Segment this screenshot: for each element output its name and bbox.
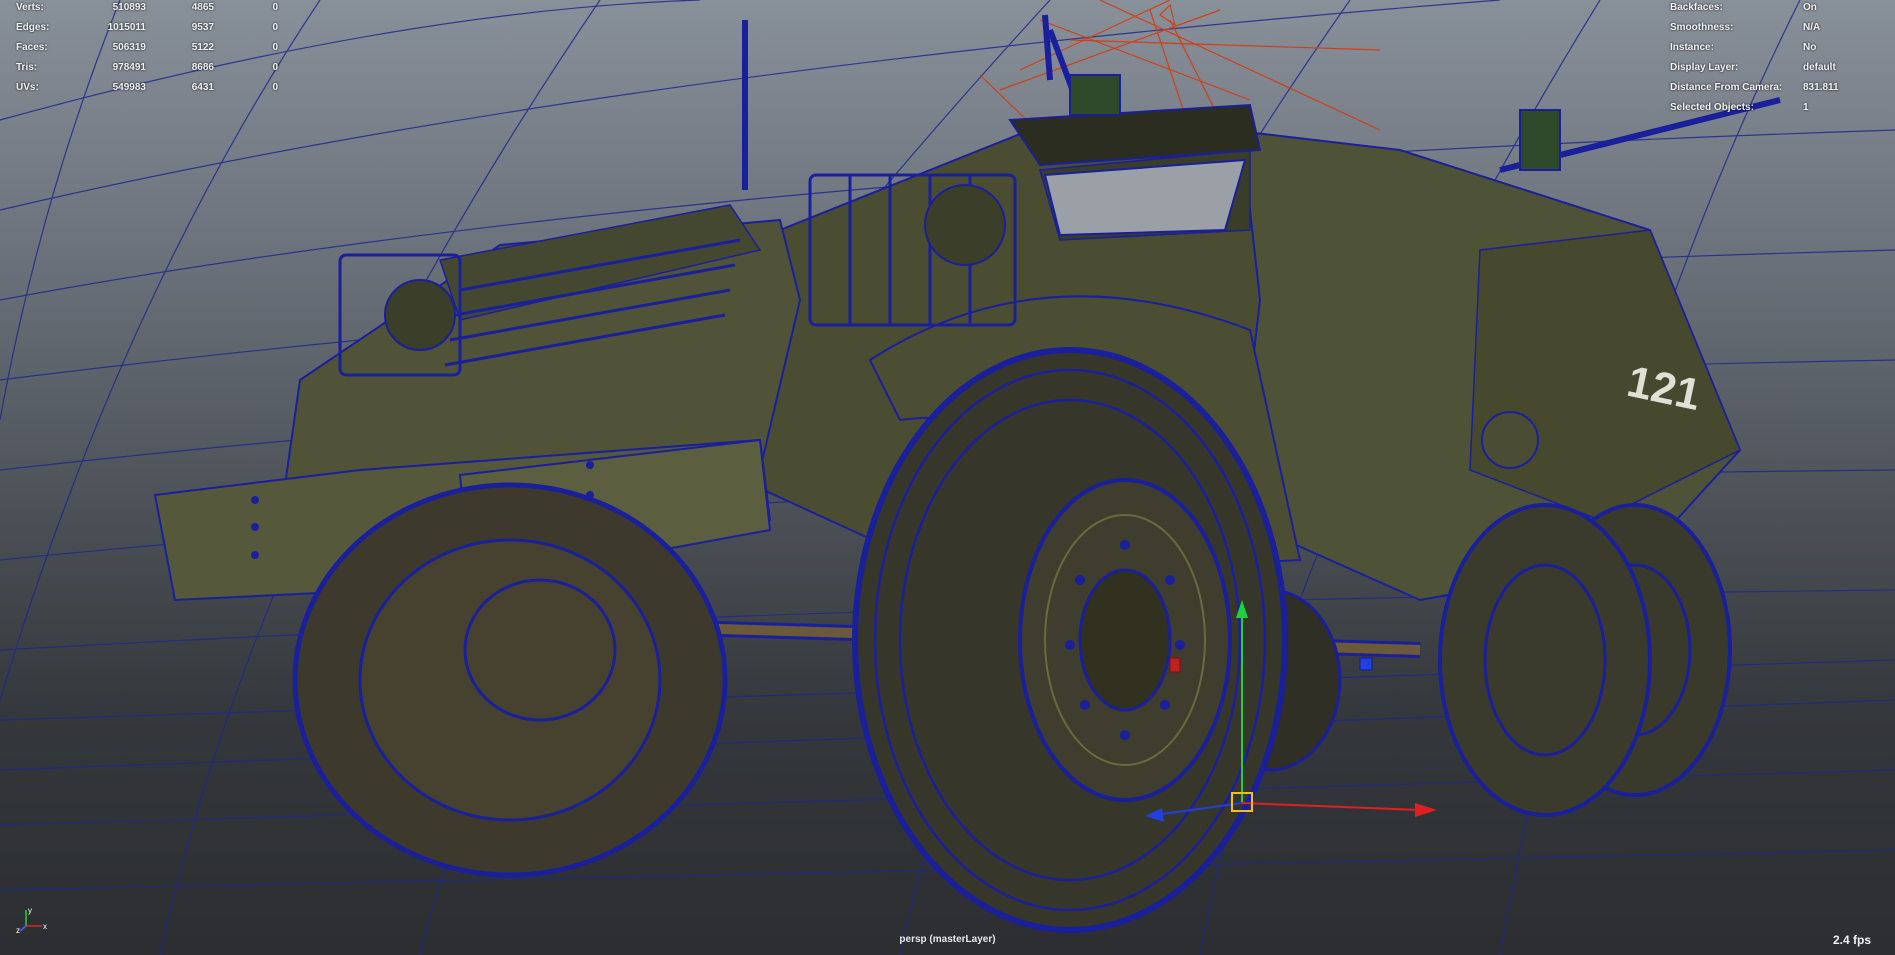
x-plane-handle (1169, 657, 1181, 673)
hud-stat-value: 5122 (191, 42, 214, 53)
hud-stat-value: 4865 (191, 2, 214, 13)
hud-stat-value: 0 (272, 22, 278, 33)
hud-stat-label: UVs: (16, 82, 39, 93)
hud-info-row: Selected Objects: 1 (1670, 98, 1839, 118)
hud-stat-row: Tris: 978491 8686 0 (16, 58, 278, 78)
hud-stat-value: 0 (272, 82, 278, 93)
hud-stat-label: Verts: (16, 2, 44, 13)
hud-info-value: 1 (1803, 102, 1809, 113)
hud-stat-label: Tris: (16, 62, 38, 73)
hud-stat-label: Edges: (16, 22, 50, 33)
hud-info-value: No (1803, 42, 1817, 53)
hud-stat-value: 506319 (112, 42, 146, 53)
hud-info-row: Smoothness: N/A (1670, 18, 1839, 38)
hud-stat-row: Edges: 1015011 9537 0 (16, 18, 278, 38)
hud-stat-row: UVs: 549983 6431 0 (16, 78, 278, 98)
hud-stat-value: 510893 (112, 2, 146, 13)
hud-stat-value: 0 (272, 2, 278, 13)
hud-info-label: Distance From Camera: (1670, 82, 1783, 93)
z-plane-handle (1359, 657, 1373, 671)
hud-stat-value: 1015011 (107, 22, 146, 33)
front-left-wheel (292, 482, 728, 878)
hud-info-label: Instance: (1670, 42, 1714, 53)
poly-count-hud: Verts: 510893 4865 0 Edges: 1015011 9537 0 Faces… (16, 0, 278, 98)
hud-info-value: default (1803, 62, 1836, 73)
hud-info-row: Display Layer: default (1670, 58, 1839, 78)
hud-stat-value: 0 (272, 42, 278, 53)
hud-info-label: Selected Objects: (1670, 102, 1754, 113)
hud-stat-row: Verts: 510893 4865 0 (16, 0, 278, 18)
hud-info-value: N/A (1803, 22, 1821, 33)
view-axis-icon: y x z (16, 906, 47, 934)
hud-info-value: 831.811 (1803, 82, 1839, 93)
front-right-wheel (852, 347, 1288, 933)
axis-y-label: y (28, 906, 32, 915)
fps-counter: 2.4 fps (1832, 933, 1871, 947)
vehicle-model[interactable]: 121 (153, 14, 1781, 933)
object-details-hud: Backfaces: On Smoothness: N/A Instance: No Dis… (1670, 0, 1839, 118)
hud-info-label: Display Layer: (1670, 62, 1739, 73)
axis-x-label: x (43, 922, 47, 931)
hud-stat-label: Faces: (16, 42, 48, 53)
hud-stat-value: 6431 (191, 82, 214, 93)
hud-stat-value: 9537 (191, 22, 214, 33)
hud-stat-value: 0 (272, 62, 278, 73)
hud-info-row: Distance From Camera: 831.811 (1670, 78, 1839, 98)
hud-stat-value: 978491 (112, 62, 146, 73)
hud-stat-value: 549983 (112, 82, 146, 93)
hud-info-label: Smoothness: (1670, 22, 1734, 33)
scene-canvas[interactable]: 121 (0, 0, 1895, 955)
perspective-viewport[interactable]: 121 Verts: 510893 4865 0 Edges: 1015011 … (0, 0, 1895, 955)
axis-z-label: z (16, 926, 20, 934)
hud-info-row: Backfaces: On (1670, 0, 1839, 18)
hud-info-row: Instance: No (1670, 38, 1839, 58)
hud-info-label: Backfaces: (1670, 2, 1723, 13)
hud-info-value: On (1803, 2, 1817, 13)
hud-stat-row: Faces: 506319 5122 0 (16, 38, 278, 58)
x-axis-handle (1415, 803, 1437, 817)
hud-stat-value: 8686 (191, 62, 214, 73)
camera-name-label: persp (masterLayer) (899, 934, 996, 945)
